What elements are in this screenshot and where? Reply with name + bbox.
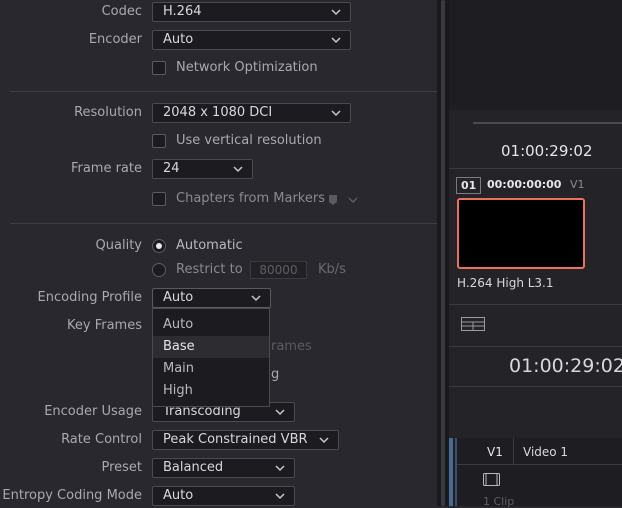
resolution-dropdown[interactable]: 2048 x 1080 DCI: [152, 103, 351, 123]
encoder-dropdown[interactable]: Auto: [152, 30, 351, 50]
track-color-strip: [449, 438, 453, 506]
preset-dropdown[interactable]: Balanced: [152, 458, 295, 478]
clip-timecode: 00:00:00:00: [487, 178, 562, 191]
quality-label: Quality: [95, 238, 142, 253]
chevron-down-icon: [331, 9, 341, 16]
vertical-resolution-label: Use vertical resolution: [176, 133, 322, 148]
preset-label: Preset: [101, 460, 142, 475]
menu-item-base[interactable]: Base: [153, 336, 269, 358]
resolution-value: 2048 x 1080 DCI: [163, 105, 273, 120]
track-color-strip-2: [455, 438, 457, 506]
clip-thumbnail[interactable]: [457, 198, 585, 269]
encoder-label: Encoder: [88, 32, 142, 47]
section-divider: [10, 91, 437, 92]
grid-view-icon[interactable]: [461, 317, 485, 331]
scrubber-bar[interactable]: [473, 122, 622, 124]
scrollbar-thumb[interactable]: [441, 0, 445, 506]
divider: [449, 346, 622, 347]
viewer-area: [449, 0, 622, 110]
codec-dropdown[interactable]: H.264: [152, 2, 351, 22]
preset-value: Balanced: [163, 460, 224, 475]
bitrate-unit: Kb/s: [318, 262, 346, 277]
frame-rate-dropdown[interactable]: 24: [152, 159, 253, 179]
bitrate-input[interactable]: 80000: [250, 261, 307, 279]
divider: [513, 438, 514, 464]
chevron-down-icon[interactable]: [348, 196, 358, 204]
quality-restrict-label: Restrict to: [176, 262, 243, 277]
quality-restrict-radio[interactable]: [152, 263, 166, 277]
clip-count: 1 Clip: [483, 495, 515, 508]
scrollbar-track[interactable]: [437, 0, 449, 506]
chevron-down-icon: [251, 295, 261, 302]
chevron-down-icon: [319, 437, 329, 444]
entropy-coding-mode-value: Auto: [163, 488, 194, 503]
key-frames-label: Key Frames: [67, 318, 142, 333]
divider: [457, 464, 622, 465]
track-id: V1: [487, 445, 503, 459]
clip-index-badge: 01: [456, 177, 482, 194]
film-clip-icon[interactable]: [483, 473, 500, 486]
divider: [449, 386, 622, 387]
divider: [449, 304, 622, 305]
network-optimization-checkbox[interactable]: [152, 61, 166, 75]
quality-automatic-radio[interactable]: [152, 239, 166, 253]
clip-track: V1: [570, 178, 585, 191]
codec-label: Codec: [101, 4, 142, 19]
encoding-profile-menu: Auto Base Main High: [152, 308, 270, 407]
chevron-down-icon: [275, 493, 285, 500]
chapters-label: Chapters from Markers: [176, 191, 325, 206]
chevron-down-icon: [275, 409, 285, 416]
encoder-usage-label: Encoder Usage: [44, 404, 142, 419]
encoding-profile-value: Auto: [163, 290, 194, 305]
section-divider: [10, 223, 437, 224]
quality-automatic-label: Automatic: [176, 238, 243, 253]
key-frames-option-text: rames: [271, 339, 312, 354]
resolution-label: Resolution: [74, 105, 142, 120]
menu-item-auto[interactable]: Auto: [153, 314, 269, 336]
chapters-checkbox[interactable]: [152, 192, 166, 206]
clip-codec-label: H.264 High L3.1: [457, 276, 554, 290]
rate-control-label: Rate Control: [61, 432, 142, 447]
encoding-profile-dropdown[interactable]: Auto: [152, 288, 271, 308]
rate-control-value: Peak Constrained VBR: [163, 432, 308, 447]
divider: [449, 168, 622, 169]
key-frames-option-text-2: g: [271, 367, 280, 382]
timeline-timecode: 01:00:29:02: [509, 355, 622, 377]
track-name[interactable]: Video 1: [523, 445, 568, 459]
menu-item-high[interactable]: High: [153, 380, 269, 402]
entropy-coding-mode-dropdown[interactable]: Auto: [152, 486, 295, 506]
chevron-down-icon: [331, 37, 341, 44]
chevron-down-icon: [233, 166, 243, 173]
vertical-resolution-checkbox[interactable]: [152, 134, 166, 148]
marker-icon[interactable]: [328, 194, 338, 206]
frame-rate-value: 24: [163, 161, 180, 176]
chevron-down-icon: [275, 465, 285, 472]
menu-item-main[interactable]: Main: [153, 358, 269, 380]
timecode-display: 01:00:29:02: [501, 142, 593, 160]
encoding-profile-label: Encoding Profile: [37, 290, 142, 305]
chevron-down-icon: [331, 110, 341, 117]
right-panel: 01:00:29:02 01 00:00:00:00 V1 H.264 High…: [449, 0, 622, 508]
codec-value: H.264: [163, 4, 202, 19]
entropy-coding-mode-label: Entropy Coding Mode: [2, 488, 142, 503]
frame-rate-label: Frame rate: [70, 161, 142, 176]
encoder-value: Auto: [163, 32, 194, 47]
network-optimization-label: Network Optimization: [176, 60, 318, 75]
rate-control-dropdown[interactable]: Peak Constrained VBR: [152, 430, 339, 450]
